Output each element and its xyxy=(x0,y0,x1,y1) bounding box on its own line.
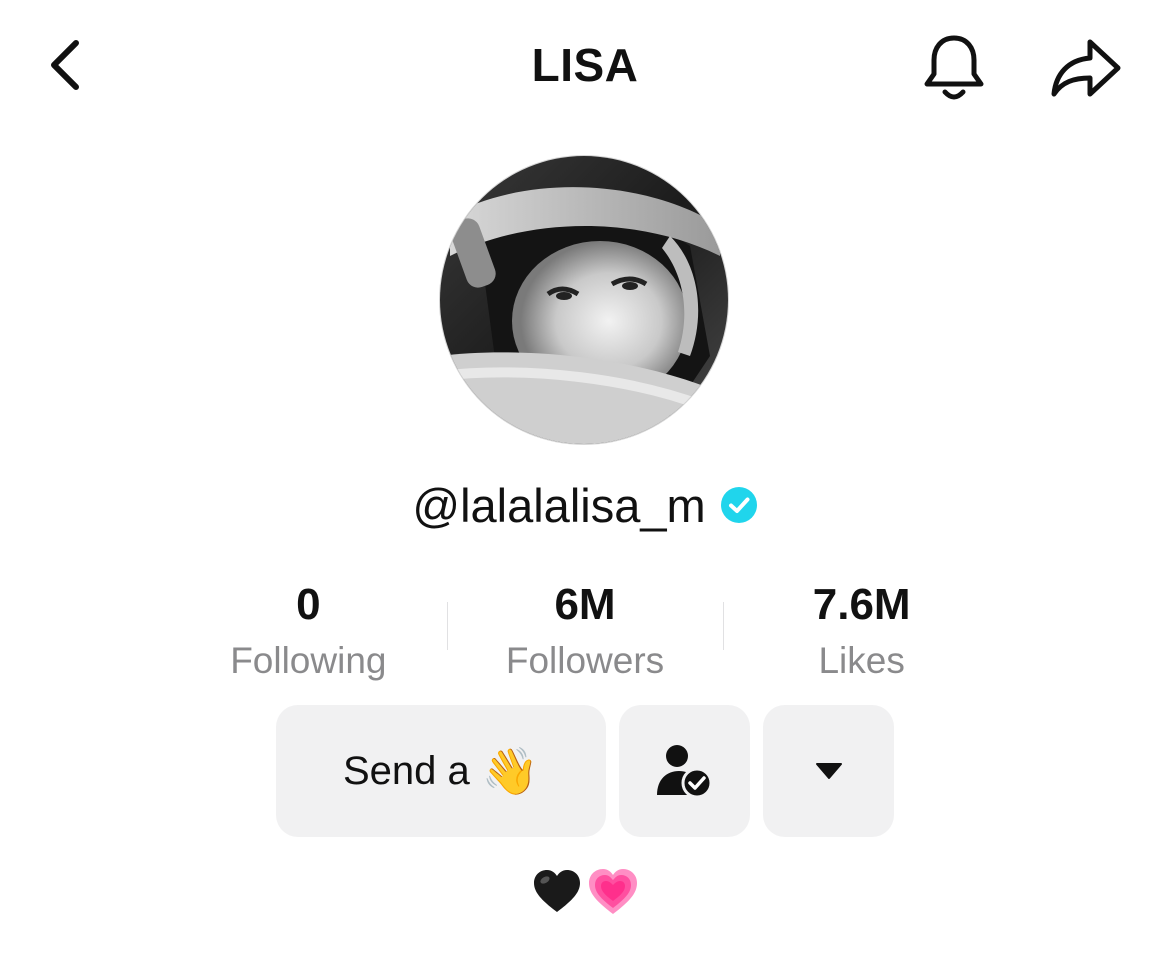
username: @lalalalisa_m xyxy=(412,478,706,532)
caret-down-icon xyxy=(815,763,842,779)
stat-likes[interactable]: 7.6M Likes xyxy=(723,576,1000,696)
growing-heart-icon xyxy=(589,869,637,914)
send-wave-label: Send a xyxy=(342,748,470,793)
stat-divider xyxy=(723,602,725,650)
stat-divider xyxy=(446,602,448,650)
share-button[interactable] xyxy=(1044,28,1128,108)
username-row: @lalalalisa_m xyxy=(0,474,1170,536)
stat-value: 7.6M xyxy=(812,580,911,629)
avatar[interactable] xyxy=(440,156,728,444)
stat-value: 6M xyxy=(554,580,616,629)
share-arrow-icon xyxy=(1051,39,1121,97)
waving-hand-icon: 👋 xyxy=(481,744,540,798)
profile-header: LISA xyxy=(0,0,1170,130)
person-check-icon xyxy=(656,745,712,799)
profile-bio xyxy=(0,866,1170,918)
black-heart-icon xyxy=(534,870,580,912)
verified-badge-icon xyxy=(720,486,758,524)
profile-actions: Send a 👋 xyxy=(276,705,894,837)
suggested-accounts-button[interactable] xyxy=(763,705,894,837)
stat-value: 0 xyxy=(296,580,321,629)
stat-label: Followers xyxy=(505,640,665,681)
stat-label: Following xyxy=(230,640,387,681)
profile-photo xyxy=(440,156,728,444)
bell-icon xyxy=(924,35,984,100)
profile-stats: 0 Following 6M Followers 7.6M Likes xyxy=(170,576,1000,696)
send-wave-button[interactable]: Send a 👋 xyxy=(276,705,606,837)
stat-followers[interactable]: 6M Followers xyxy=(446,576,724,696)
stat-following[interactable]: 0 Following xyxy=(170,576,447,696)
notifications-button[interactable] xyxy=(914,28,994,108)
stat-label: Likes xyxy=(818,640,905,681)
page-title: LISA xyxy=(531,39,639,91)
following-status-button[interactable] xyxy=(619,705,750,837)
